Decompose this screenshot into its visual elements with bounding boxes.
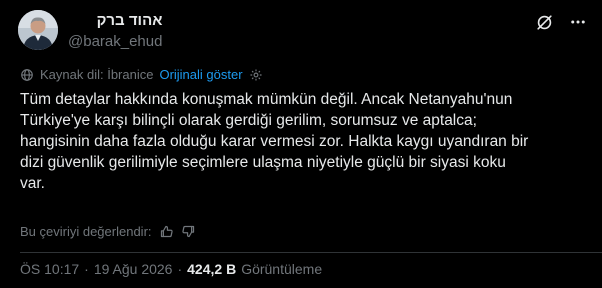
tweet-meta: ÖS 10:17 · 19 Ağu 2026 · 424,2 B Görüntü… bbox=[20, 261, 322, 277]
author-block: אהוד ברק @barak_ehud bbox=[68, 12, 162, 52]
avatar[interactable] bbox=[18, 10, 58, 50]
tweet-date[interactable]: 19 Ağu 2026 bbox=[94, 261, 173, 277]
rating-prompt: Bu çeviriyi değerlendir: bbox=[20, 224, 152, 239]
thumbs-down-icon[interactable] bbox=[181, 224, 196, 239]
meta-separator: · bbox=[84, 261, 89, 277]
avatar-image bbox=[18, 10, 58, 50]
source-language-label: Kaynak dil: İbranice bbox=[40, 67, 154, 82]
globe-icon bbox=[21, 68, 33, 81]
author-handle[interactable]: @barak_ehud bbox=[68, 32, 162, 52]
author-display-name[interactable]: אהוד ברק bbox=[68, 12, 163, 30]
translation-info: Kaynak dil: İbranice Orijinali göster bbox=[20, 67, 263, 82]
meta-separator: · bbox=[177, 261, 183, 277]
tweet-text: Tüm detaylar hakkında konuşmak mümkün de… bbox=[20, 91, 529, 192]
translation-rating: Bu çeviriyi değerlendir: bbox=[20, 224, 196, 239]
tweet-time[interactable]: ÖS 10:17 bbox=[20, 261, 79, 277]
show-original-link[interactable]: Orijinali göster bbox=[159, 67, 242, 82]
view-count-label: Görüntüleme bbox=[241, 261, 323, 277]
tweet-detail: אהוד ברק @barak_ehud Kaynak dil: İbranic… bbox=[0, 0, 602, 288]
grok-icon[interactable] bbox=[534, 12, 554, 32]
divider bbox=[20, 252, 602, 253]
view-count: 424,2 B bbox=[187, 261, 237, 277]
more-icon[interactable] bbox=[568, 12, 588, 32]
thumbs-up-icon[interactable] bbox=[159, 224, 174, 239]
gear-icon[interactable] bbox=[249, 68, 263, 82]
tweet-top-actions bbox=[534, 12, 588, 32]
